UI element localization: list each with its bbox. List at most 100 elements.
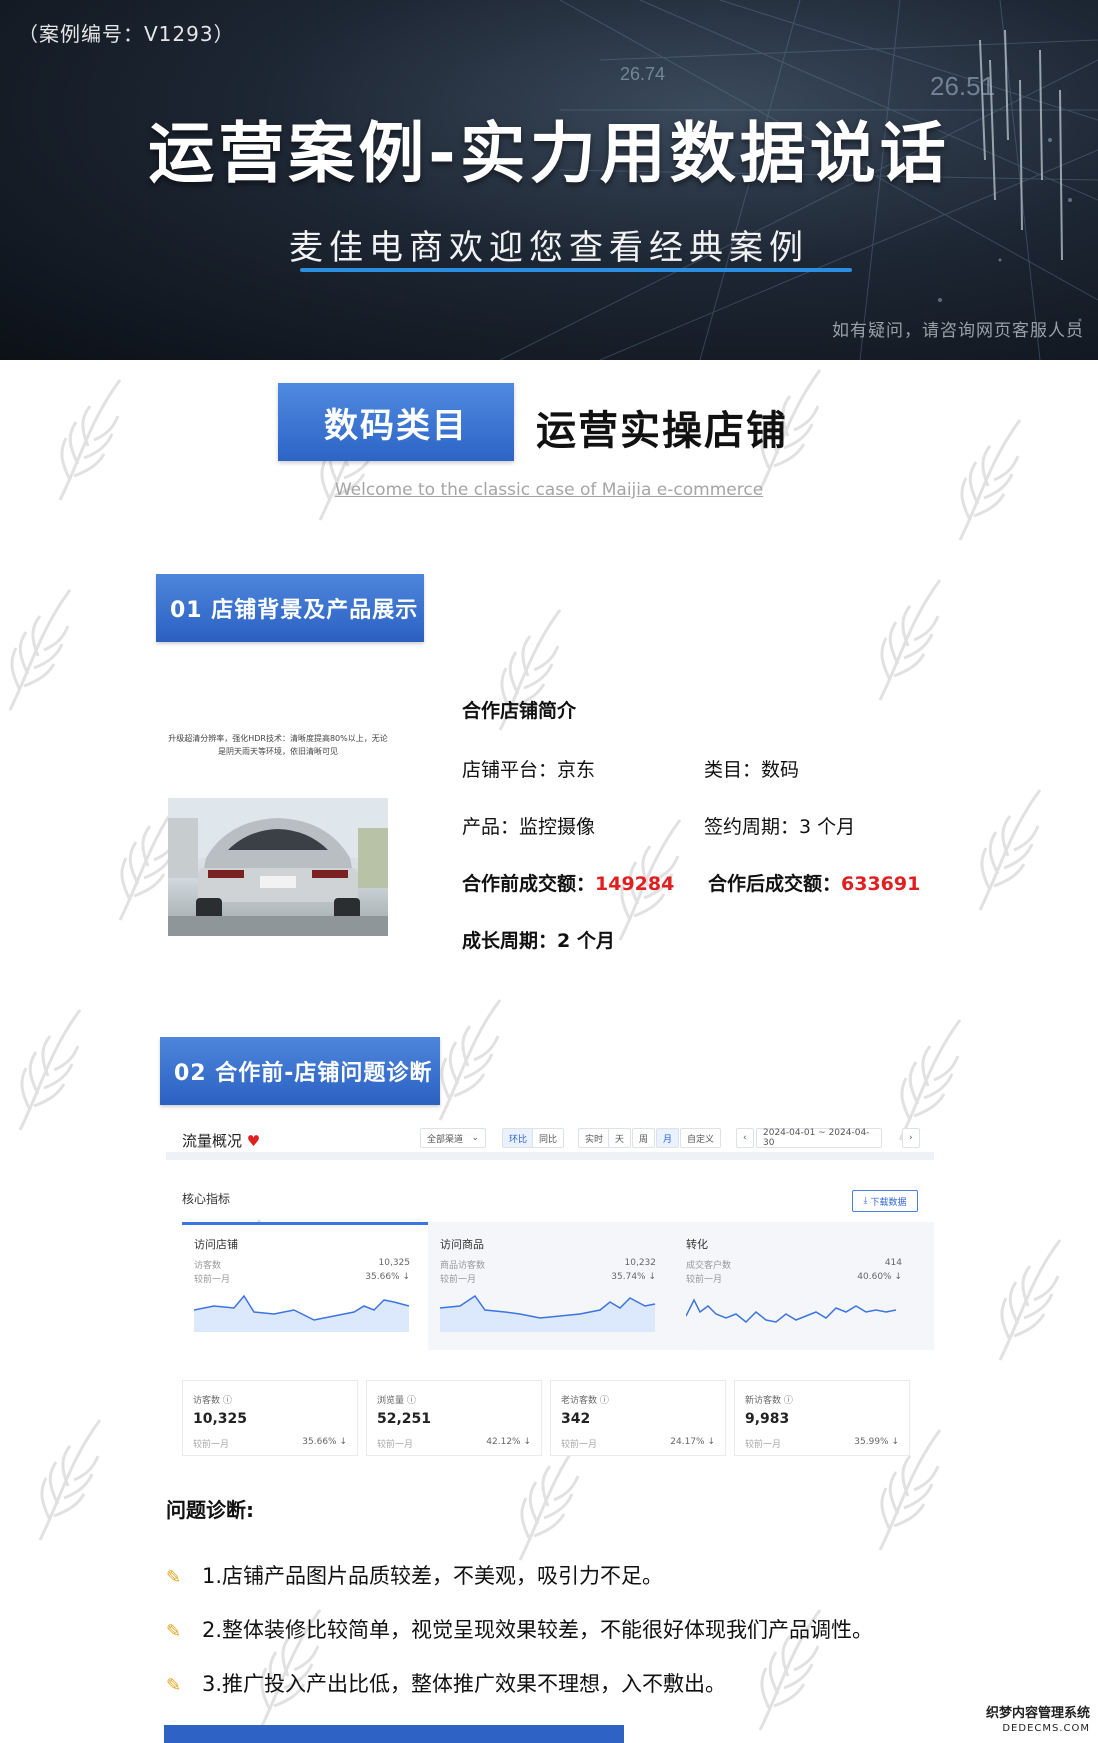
store-product: 产品：监控摄像 bbox=[462, 816, 596, 838]
corner-watermark-line1: 织梦内容管理系统 bbox=[985, 1706, 1090, 1721]
store-platform: 店铺平台：京东 bbox=[462, 759, 596, 781]
contact-note: 如有疑问，请咨询网页客服人员 bbox=[832, 321, 1084, 341]
kpi-change: 42.12% ↓ bbox=[486, 1437, 531, 1447]
after-revenue-label: 合作后成交额： bbox=[708, 873, 842, 895]
tab-conversion[interactable]: 转化 成交客户数 414 较前一月 40.60% ↓ bbox=[674, 1222, 920, 1350]
kpi-pageviews: 浏览量 ⓘ 52,251 较前一月 42.12% ↓ bbox=[366, 1380, 542, 1456]
diagnosis-title: 问题诊断: bbox=[166, 1498, 254, 1522]
welcome-line: Welcome to the classic case of Maijia e-… bbox=[334, 480, 764, 500]
compare-mom-toggle[interactable]: 环比 bbox=[502, 1128, 535, 1148]
welcome-text: Welcome to the classic case of Maijia e-… bbox=[0, 480, 1098, 500]
dashboard-title: 流量概况 ♥ bbox=[182, 1130, 260, 1151]
channel-select-value: 全部渠道 bbox=[427, 1134, 464, 1145]
after-revenue: 合作后成交额：633691 bbox=[708, 869, 920, 896]
hero-banner: 26.74 26.51 （案例编号：V1293） 运营案例-实力用数据说话 麦佳… bbox=[0, 0, 1098, 360]
date-range[interactable]: 2024-04-01 ~ 2024-04-30 bbox=[756, 1128, 882, 1148]
kpi-value: 52,251 bbox=[377, 1411, 432, 1427]
car-illustration bbox=[168, 798, 388, 936]
period-month[interactable]: 月 bbox=[656, 1128, 680, 1148]
sparkline bbox=[440, 1294, 656, 1332]
pencil-icon: ✎ bbox=[166, 1621, 182, 1642]
tab-metric-value: 414 bbox=[884, 1258, 902, 1268]
period-week[interactable]: 周 bbox=[632, 1128, 656, 1148]
kpi-compare: 较前一月 bbox=[377, 1440, 414, 1450]
product-caption: 升级超清分辨率，强化HDR技术：清晰度提高80%以上，无论是阴天雨天等环境，依旧… bbox=[168, 734, 388, 756]
kpi-change: 24.17% ↓ bbox=[670, 1437, 715, 1447]
download-icon: ⤓ bbox=[863, 1196, 868, 1206]
kpi-visitors: 访客数 ⓘ 10,325 较前一月 35.66% ↓ bbox=[182, 1380, 358, 1456]
corner-watermark-line2: DEDECMS.COM bbox=[1002, 1723, 1090, 1734]
kpi-label: 老访客数 ⓘ bbox=[561, 1396, 609, 1406]
tab-name: 转化 bbox=[686, 1238, 708, 1251]
kpi-value: 10,325 bbox=[193, 1411, 248, 1427]
compare-yoy-toggle[interactable]: 同比 bbox=[532, 1128, 565, 1148]
period-day[interactable]: 天 bbox=[608, 1128, 632, 1148]
active-tab-indicator bbox=[182, 1222, 428, 1225]
tab-store-visits[interactable]: 访问店铺 访客数 10,325 较前一月 35.66% ↓ bbox=[182, 1222, 428, 1350]
banner-number-a: 26.74 bbox=[620, 64, 665, 84]
period-custom[interactable]: 自定义 bbox=[680, 1128, 722, 1148]
kpi-value: 342 bbox=[561, 1411, 591, 1427]
diagnosis-text: 2.整体装修比较简单，视觉呈现效果较差，不能很好体现我们产品调性。 bbox=[202, 1618, 874, 1642]
section-01-tag: 01 店铺背景及产品展示 bbox=[156, 574, 424, 642]
growth-period-text: 成长周期：2 个月 bbox=[462, 930, 615, 952]
subtitle-underline bbox=[300, 268, 852, 272]
car-photo bbox=[168, 798, 388, 936]
next-section-tag bbox=[164, 1725, 624, 1743]
case-number: （案例编号：V1293） bbox=[18, 22, 235, 46]
before-revenue-label: 合作前成交额： bbox=[462, 873, 596, 895]
diagnosis-text: 1.店铺产品图片品质较差，不美观，吸引力不足。 bbox=[202, 1564, 664, 1588]
tab-compare-label: 较前一月 bbox=[686, 1275, 723, 1285]
channel-select[interactable]: 全部渠道 ⌄ bbox=[420, 1128, 486, 1148]
tab-metric-label: 访客数 bbox=[194, 1261, 222, 1271]
sparkline bbox=[686, 1298, 897, 1324]
download-label: 下载数据 bbox=[870, 1197, 907, 1208]
chevron-down-icon: ⌄ bbox=[471, 1133, 479, 1143]
tab-compare-label: 较前一月 bbox=[194, 1275, 231, 1285]
section-02-tag: 02 合作前-店铺问题诊断 bbox=[160, 1037, 440, 1105]
period-realtime[interactable]: 实时 bbox=[578, 1128, 611, 1148]
tab-metric-label: 成交客户数 bbox=[686, 1261, 732, 1271]
core-metrics-label: 核心指标 bbox=[182, 1192, 231, 1206]
after-revenue-value: 633691 bbox=[841, 873, 921, 895]
kpi-label: 访客数 ⓘ bbox=[193, 1396, 232, 1406]
kpi-compare: 较前一月 bbox=[193, 1440, 230, 1450]
diagnosis-item: ✎ 3.推广投入产出比低，整体推广效果不理想，入不敷出。 bbox=[166, 1668, 726, 1698]
growth-period: 成长周期：2 个月 bbox=[462, 926, 615, 953]
kpi-compare: 较前一月 bbox=[745, 1440, 782, 1450]
download-data-button[interactable]: ⤓ 下载数据 bbox=[852, 1190, 918, 1212]
kpi-change: 35.99% ↓ bbox=[854, 1437, 899, 1447]
kpi-returning-visitors: 老访客数 ⓘ 342 较前一月 24.17% ↓ bbox=[550, 1380, 726, 1456]
tab-compare-value: 35.74% ↓ bbox=[611, 1272, 656, 1282]
tab-compare-label: 较前一月 bbox=[440, 1275, 477, 1285]
traffic-dashboard-screenshot: 流量概况 ♥ 全部渠道 ⌄ 环比 同比 实时 天 周 月 自定义 ‹ 2024-0… bbox=[166, 1118, 934, 1458]
contract-period: 签约周期：3 个月 bbox=[704, 816, 856, 838]
banner-title: 运营案例-实力用数据说话 bbox=[148, 115, 950, 192]
diagnosis-item: ✎ 1.店铺产品图片品质较差，不美观，吸引力不足。 bbox=[166, 1560, 663, 1590]
tab-metric-value: 10,325 bbox=[378, 1258, 411, 1268]
banner-subtitle: 麦佳电商欢迎您查看经典案例 bbox=[289, 228, 809, 268]
intro-title: 合作店铺简介 bbox=[462, 696, 576, 723]
product-image: 升级超清分辨率，强化HDR技术：清晰度提高80%以上，无论是阴天雨天等环境，依旧… bbox=[168, 730, 388, 938]
kpi-change: 35.66% ↓ bbox=[302, 1437, 347, 1447]
date-prev-button[interactable]: ‹ bbox=[736, 1128, 754, 1148]
dashboard-title-text: 流量概况 bbox=[182, 1132, 243, 1150]
tab-metric-label: 商品访客数 bbox=[440, 1261, 486, 1271]
tab-metric-value: 10,232 bbox=[624, 1258, 657, 1268]
pencil-icon: ✎ bbox=[166, 1675, 182, 1696]
date-next-button[interactable]: › bbox=[902, 1128, 920, 1148]
diagnosis-text: 3.推广投入产出比低，整体推广效果不理想，入不敷出。 bbox=[202, 1672, 727, 1696]
kpi-new-visitors: 新访客数 ⓘ 9,983 较前一月 35.99% ↓ bbox=[734, 1380, 910, 1456]
tab-name: 访问商品 bbox=[440, 1238, 484, 1251]
before-revenue: 合作前成交额：149284 bbox=[462, 869, 674, 896]
tab-name: 访问店铺 bbox=[194, 1238, 238, 1251]
category-heading: 运营实操店铺 bbox=[536, 408, 788, 454]
tab-product-visits[interactable]: 访问商品 商品访客数 10,232 较前一月 35.74% ↓ bbox=[428, 1222, 674, 1350]
tab-compare-value: 40.60% ↓ bbox=[857, 1272, 902, 1282]
category-badge: 数码类目 bbox=[278, 383, 514, 461]
diagnosis-item: ✎ 2.整体装修比较简单，视觉呈现效果较差，不能很好体现我们产品调性。 bbox=[166, 1614, 873, 1644]
corner-watermark: 织梦内容管理系统 DEDECMS.COM bbox=[986, 1706, 1090, 1736]
pencil-icon: ✎ bbox=[166, 1567, 182, 1588]
heart-icon: ♥ bbox=[246, 1132, 261, 1150]
kpi-label: 浏览量 ⓘ bbox=[377, 1396, 416, 1406]
